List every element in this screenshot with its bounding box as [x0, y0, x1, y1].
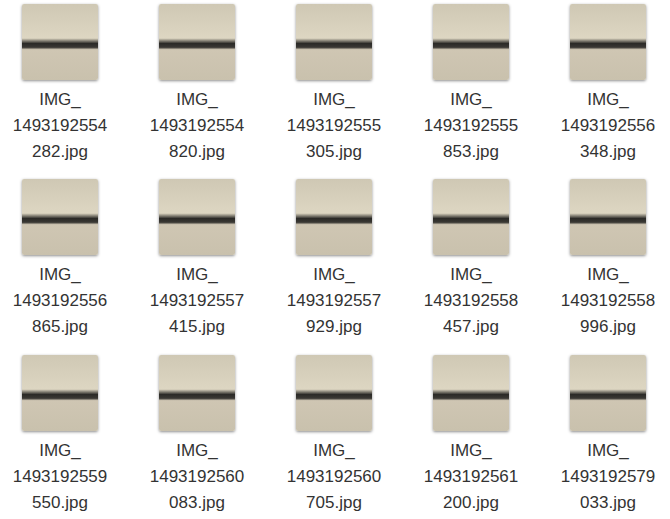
image-thumbnail[interactable] [159, 4, 235, 80]
file-name-line: 1493192559 [13, 464, 108, 490]
file-name-line: 853.jpg [443, 139, 499, 165]
image-thumbnail[interactable] [570, 355, 646, 431]
file-item[interactable]: IMG_1493192558457.jpg [411, 179, 531, 343]
file-name-line: 1493192557 [287, 288, 382, 314]
file-name-line: 305.jpg [306, 139, 362, 165]
file-name-line: IMG_ [176, 262, 218, 288]
file-name-line: 929.jpg [306, 314, 362, 340]
file-item[interactable]: IMG_1493192555853.jpg [411, 4, 531, 168]
file-name-line: IMG_ [39, 262, 81, 288]
file-name: IMG_1493192561200.jpg [424, 438, 519, 516]
file-name-line: 705.jpg [306, 490, 362, 516]
file-name-line: 820.jpg [169, 139, 225, 165]
file-item[interactable]: IMG_1493192557415.jpg [137, 179, 257, 343]
file-item[interactable]: IMG_1493192556348.jpg [548, 4, 668, 168]
file-name-line: 550.jpg [32, 490, 88, 516]
file-item[interactable]: IMG_1493192560705.jpg [274, 355, 394, 519]
file-name-line: 1493192555 [287, 113, 382, 139]
file-name-line: 415.jpg [169, 314, 225, 340]
file-name-line: 083.jpg [169, 490, 225, 516]
file-name-line: IMG_ [587, 438, 629, 464]
file-name-line: 996.jpg [580, 314, 636, 340]
file-name-line: IMG_ [176, 438, 218, 464]
image-thumbnail[interactable] [159, 179, 235, 255]
file-item[interactable]: IMG_1493192555305.jpg [274, 4, 394, 168]
image-thumbnail[interactable] [296, 4, 372, 80]
file-name-line: IMG_ [313, 438, 355, 464]
file-item[interactable]: IMG_1493192556865.jpg [0, 179, 120, 343]
file-name-line: 200.jpg [443, 490, 499, 516]
file-item[interactable]: IMG_1493192554820.jpg [137, 4, 257, 168]
file-name-line: 1493192556 [561, 113, 656, 139]
file-item[interactable]: IMG_1493192579033.jpg [548, 355, 668, 519]
file-name: IMG_1493192556865.jpg [13, 262, 108, 340]
file-name-line: 033.jpg [580, 490, 636, 516]
image-thumbnail[interactable] [433, 179, 509, 255]
file-name: IMG_1493192554282.jpg [13, 87, 108, 165]
file-name: IMG_1493192579033.jpg [561, 438, 656, 516]
image-thumbnail[interactable] [296, 179, 372, 255]
file-name: IMG_1493192554820.jpg [150, 87, 245, 165]
file-name: IMG_1493192560083.jpg [150, 438, 245, 516]
file-name-line: 282.jpg [32, 139, 88, 165]
file-name-line: 1493192561 [424, 464, 519, 490]
file-name-line: IMG_ [313, 262, 355, 288]
image-thumbnail[interactable] [570, 179, 646, 255]
image-thumbnail[interactable] [570, 4, 646, 80]
file-name-line: 865.jpg [32, 314, 88, 340]
file-name: IMG_1493192559550.jpg [13, 438, 108, 516]
image-thumbnail[interactable] [433, 4, 509, 80]
file-name-line: 1493192579 [561, 464, 656, 490]
image-thumbnail[interactable] [22, 355, 98, 431]
file-name-line: IMG_ [587, 262, 629, 288]
file-name: IMG_1493192557929.jpg [287, 262, 382, 340]
file-name-line: 1493192558 [561, 288, 656, 314]
file-name-line: IMG_ [313, 87, 355, 113]
file-name-line: 1493192556 [13, 288, 108, 314]
file-name: IMG_1493192555853.jpg [424, 87, 519, 165]
image-thumbnail[interactable] [159, 355, 235, 431]
file-item[interactable]: IMG_1493192557929.jpg [274, 179, 394, 343]
file-name-line: 1493192560 [287, 464, 382, 490]
file-name-line: 1493192554 [150, 113, 245, 139]
file-name: IMG_1493192558996.jpg [561, 262, 656, 340]
file-name: IMG_1493192555305.jpg [287, 87, 382, 165]
file-name-line: 1493192555 [424, 113, 519, 139]
file-name-line: IMG_ [39, 87, 81, 113]
file-name-line: IMG_ [39, 438, 81, 464]
file-item[interactable]: IMG_1493192559550.jpg [0, 355, 120, 519]
file-item[interactable]: IMG_1493192560083.jpg [137, 355, 257, 519]
file-name-line: IMG_ [450, 87, 492, 113]
file-name: IMG_1493192560705.jpg [287, 438, 382, 516]
file-name: IMG_1493192558457.jpg [424, 262, 519, 340]
file-name: IMG_1493192556348.jpg [561, 87, 656, 165]
file-name-line: IMG_ [450, 262, 492, 288]
file-name-line: IMG_ [176, 87, 218, 113]
image-thumbnail[interactable] [296, 355, 372, 431]
image-thumbnail[interactable] [433, 355, 509, 431]
file-name-line: 1493192560 [150, 464, 245, 490]
file-name: IMG_1493192557415.jpg [150, 262, 245, 340]
file-item[interactable]: IMG_1493192561200.jpg [411, 355, 531, 519]
file-item[interactable]: IMG_1493192554282.jpg [0, 4, 120, 168]
file-name-line: IMG_ [587, 87, 629, 113]
file-name-line: 457.jpg [443, 314, 499, 340]
file-name-line: 348.jpg [580, 139, 636, 165]
file-name-line: 1493192554 [13, 113, 108, 139]
file-name-line: IMG_ [450, 438, 492, 464]
file-name-line: 1493192557 [150, 288, 245, 314]
file-name-line: 1493192558 [424, 288, 519, 314]
file-grid: IMG_1493192554282.jpgIMG_1493192554820.j… [0, 0, 670, 519]
image-thumbnail[interactable] [22, 4, 98, 80]
file-item[interactable]: IMG_1493192558996.jpg [548, 179, 668, 343]
image-thumbnail[interactable] [22, 179, 98, 255]
